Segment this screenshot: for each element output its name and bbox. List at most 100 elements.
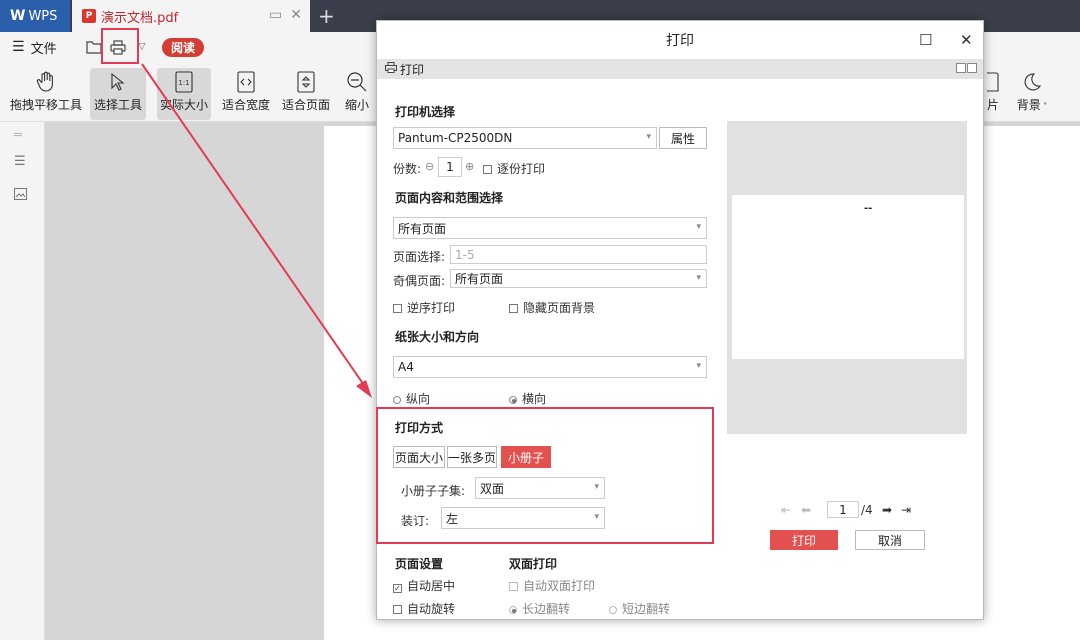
cancel-button[interactable]: 取消 <box>855 530 925 550</box>
printer-section-heading: 打印机选择 <box>395 105 456 119</box>
prev-page-icon[interactable]: ⬅ <box>801 503 811 517</box>
fit-width-icon <box>236 68 256 96</box>
preview-mark: -- <box>864 203 873 214</box>
landscape-radio[interactable]: 横向 <box>509 390 546 407</box>
select-tool-label: 选择工具 <box>93 98 142 112</box>
preview-sheet: -- <box>732 195 964 359</box>
thumbnail-image-icon[interactable] <box>14 188 27 204</box>
page-setup-heading: 页面设置 <box>395 557 444 571</box>
wps-home-tab[interactable]: W WPS <box>0 0 70 32</box>
print-mode-highlight <box>376 407 714 544</box>
pan-tool-label: 拖拽平移工具 <box>10 98 83 112</box>
new-tab-plus-icon[interactable]: + <box>318 4 335 28</box>
close-tab-icon[interactable]: ✕ <box>290 7 302 23</box>
left-side-panel: ═ ☰ <box>0 122 45 640</box>
chevron-down-icon: ▾ <box>646 132 651 142</box>
odd-even-value: 所有页面 <box>455 272 504 286</box>
zoom-out-label: 缩小 <box>344 98 369 112</box>
copies-label: 份数: <box>393 162 422 176</box>
page-number-input[interactable]: 1 <box>827 501 859 518</box>
long-edge-label: 长边翻转 <box>522 602 571 616</box>
auto-center-label: 自动居中 <box>407 579 456 593</box>
reverse-print-label: 逆序打印 <box>407 301 456 315</box>
maximize-icon[interactable]: ☐ <box>919 31 932 49</box>
odd-even-label: 奇偶页面: <box>393 274 446 288</box>
wps-tab-label: WPS <box>28 8 58 24</box>
next-page-icon[interactable]: ➡ <box>882 503 892 517</box>
chevron-down-icon: ▾ <box>696 273 701 283</box>
collate-checkbox[interactable]: 逐份打印 <box>483 160 545 177</box>
fit-width-button[interactable]: 适合宽度 <box>220 68 272 120</box>
short-edge-radio[interactable]: 短边翻转 <box>609 600 670 617</box>
print-button[interactable]: 打印 <box>770 530 838 550</box>
image-tool-button[interactable]: 片 <box>982 68 1004 120</box>
print-preview-area: -- <box>727 121 967 434</box>
moon-icon <box>1022 68 1042 96</box>
fit-page-button[interactable]: 适合页面 <box>280 68 332 120</box>
page-select-label: 页面选择: <box>393 250 446 264</box>
decrement-icon[interactable]: ⊖ <box>425 160 434 173</box>
background-label: 背景 <box>1016 98 1041 112</box>
range-section-heading: 页面内容和范围选择 <box>395 191 504 205</box>
short-edge-label: 短边翻转 <box>622 602 671 616</box>
wps-logo-icon: W <box>10 8 26 24</box>
paper-section-heading: 纸张大小和方向 <box>395 330 480 344</box>
zoom-out-button[interactable]: 缩小 <box>342 68 372 120</box>
dialog-sub-label: 打印 <box>400 62 425 77</box>
close-icon[interactable]: ✕ <box>960 31 973 49</box>
fit-width-label: 适合宽度 <box>221 98 270 112</box>
portrait-radio[interactable]: 纵向 <box>393 390 430 407</box>
printer-small-icon <box>385 62 397 76</box>
page-total: /4 <box>861 503 873 517</box>
duplex-heading: 双面打印 <box>509 557 558 571</box>
printer-select[interactable]: Pantum-CP2500DN ▾ <box>393 127 657 149</box>
cursor-arrow-icon <box>110 68 126 96</box>
chevron-down-icon: ▾ <box>696 361 701 371</box>
outline-list-icon[interactable]: ☰ <box>14 154 26 169</box>
auto-rotate-checkbox[interactable]: 自动旋转 <box>393 600 455 617</box>
hand-icon <box>36 68 56 96</box>
view-grid-icon[interactable] <box>956 63 966 73</box>
page-range-select[interactable]: 所有页面 ▾ <box>393 217 707 239</box>
actual-size-label: 实际大小 <box>159 98 208 112</box>
auto-duplex-checkbox[interactable]: 自动双面打印 <box>509 577 595 594</box>
chevron-down-icon: ▾ <box>696 222 701 232</box>
file-menu[interactable]: ☰ 文件 <box>0 38 80 57</box>
chevron-down-icon: ˅ <box>1040 102 1048 111</box>
page-select-input[interactable]: 1-5 <box>450 245 707 264</box>
reverse-print-checkbox[interactable]: 逆序打印 <box>393 299 455 316</box>
print-icon-highlight <box>101 28 139 64</box>
first-page-icon[interactable]: ⇤ <box>781 503 791 517</box>
image-tool-label: 片 <box>986 98 999 112</box>
zoom-out-icon <box>346 68 368 96</box>
hide-background-label: 隐藏页面背景 <box>523 301 596 315</box>
paper-size-value: A4 <box>398 360 414 374</box>
document-tab-label: 演示文档.pdf <box>101 10 179 26</box>
panel-grip-icon[interactable]: ═ <box>14 128 22 143</box>
actual-size-icon: 1:1 <box>174 68 194 96</box>
paper-size-select[interactable]: A4 ▾ <box>393 356 707 378</box>
monitor-icon[interactable]: ▭ <box>269 7 282 23</box>
last-page-icon[interactable]: ⇥ <box>901 503 911 517</box>
portrait-label: 纵向 <box>406 392 431 406</box>
select-tool-button[interactable]: 选择工具 <box>90 68 146 120</box>
increment-icon[interactable]: ⊕ <box>465 160 474 173</box>
odd-even-select[interactable]: 所有页面 ▾ <box>450 269 707 288</box>
copies-input[interactable]: 1 <box>438 157 462 177</box>
fit-page-icon <box>296 68 316 96</box>
auto-center-checkbox[interactable]: ✓ 自动居中 <box>393 577 455 594</box>
svg-text:1:1: 1:1 <box>178 79 189 87</box>
page-range-value: 所有页面 <box>398 221 447 236</box>
actual-size-button[interactable]: 1:1 实际大小 <box>157 68 211 120</box>
collate-label: 逐份打印 <box>497 162 546 176</box>
pan-tool-button[interactable]: 拖拽平移工具 <box>10 68 82 120</box>
pdf-file-icon: P <box>82 9 96 23</box>
long-edge-radio[interactable]: 长边翻转 <box>509 600 570 617</box>
auto-rotate-label: 自动旋转 <box>407 602 456 616</box>
background-button[interactable]: 背景 ˅ <box>1012 68 1052 120</box>
read-mode-button[interactable]: 阅读 <box>162 37 205 57</box>
view-list-icon[interactable] <box>967 63 977 73</box>
hide-background-checkbox[interactable]: 隐藏页面背景 <box>509 299 595 316</box>
printer-name: Pantum-CP2500DN <box>398 131 513 145</box>
properties-button[interactable]: 属性 <box>659 127 707 149</box>
